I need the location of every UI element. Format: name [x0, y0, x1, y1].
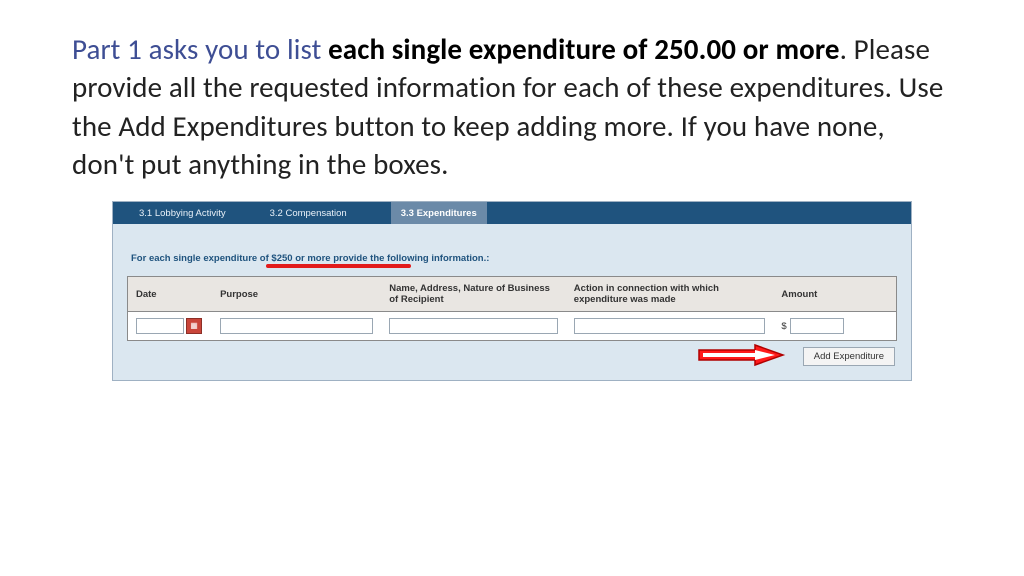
amount-input[interactable] [790, 318, 844, 334]
add-expenditure-button[interactable]: Add Expenditure [803, 347, 895, 366]
tab-expenditures[interactable]: 3.3 Expenditures [391, 202, 487, 224]
red-arrow-annotation [697, 343, 787, 367]
calendar-icon[interactable]: ▦ [186, 318, 202, 334]
tab-lobbying-activity[interactable]: 3.1 Lobbying Activity [139, 202, 226, 224]
instruction-paragraph: Part 1 asks you to list each single expe… [72, 30, 952, 183]
tab-compensation[interactable]: 3.2 Compensation [270, 202, 347, 224]
col-header-name: Name, Address, Nature of Business of Rec… [381, 277, 566, 312]
col-header-date: Date [128, 277, 213, 312]
table-header-row: Date Purpose Name, Address, Nature of Bu… [128, 277, 897, 312]
col-header-amount: Amount [773, 277, 896, 312]
red-underline-annotation [266, 264, 411, 268]
expenditures-form-panel: 3.1 Lobbying Activity 3.2 Compensation 3… [112, 201, 912, 381]
expenditures-table: Date Purpose Name, Address, Nature of Bu… [127, 276, 897, 341]
purpose-input[interactable] [220, 318, 373, 334]
action-input[interactable] [574, 318, 766, 334]
instruction-lead: Part 1 asks you to list [72, 31, 328, 67]
form-hint-text: For each single expenditure of $250 or m… [131, 253, 489, 264]
col-header-action: Action in connection with which expendit… [566, 277, 774, 312]
dollar-sign: $ [781, 321, 786, 332]
col-header-purpose: Purpose [212, 277, 381, 312]
instruction-emphasis: each single expenditure of 250.00 or mor… [328, 31, 840, 67]
section-tabs: 3.1 Lobbying Activity 3.2 Compensation 3… [113, 202, 911, 224]
form-hint-span: For each single expenditure of $250 or m… [131, 253, 489, 264]
date-input[interactable] [136, 318, 184, 334]
table-row: ▦ $ [128, 312, 897, 341]
recipient-input[interactable] [389, 318, 558, 334]
